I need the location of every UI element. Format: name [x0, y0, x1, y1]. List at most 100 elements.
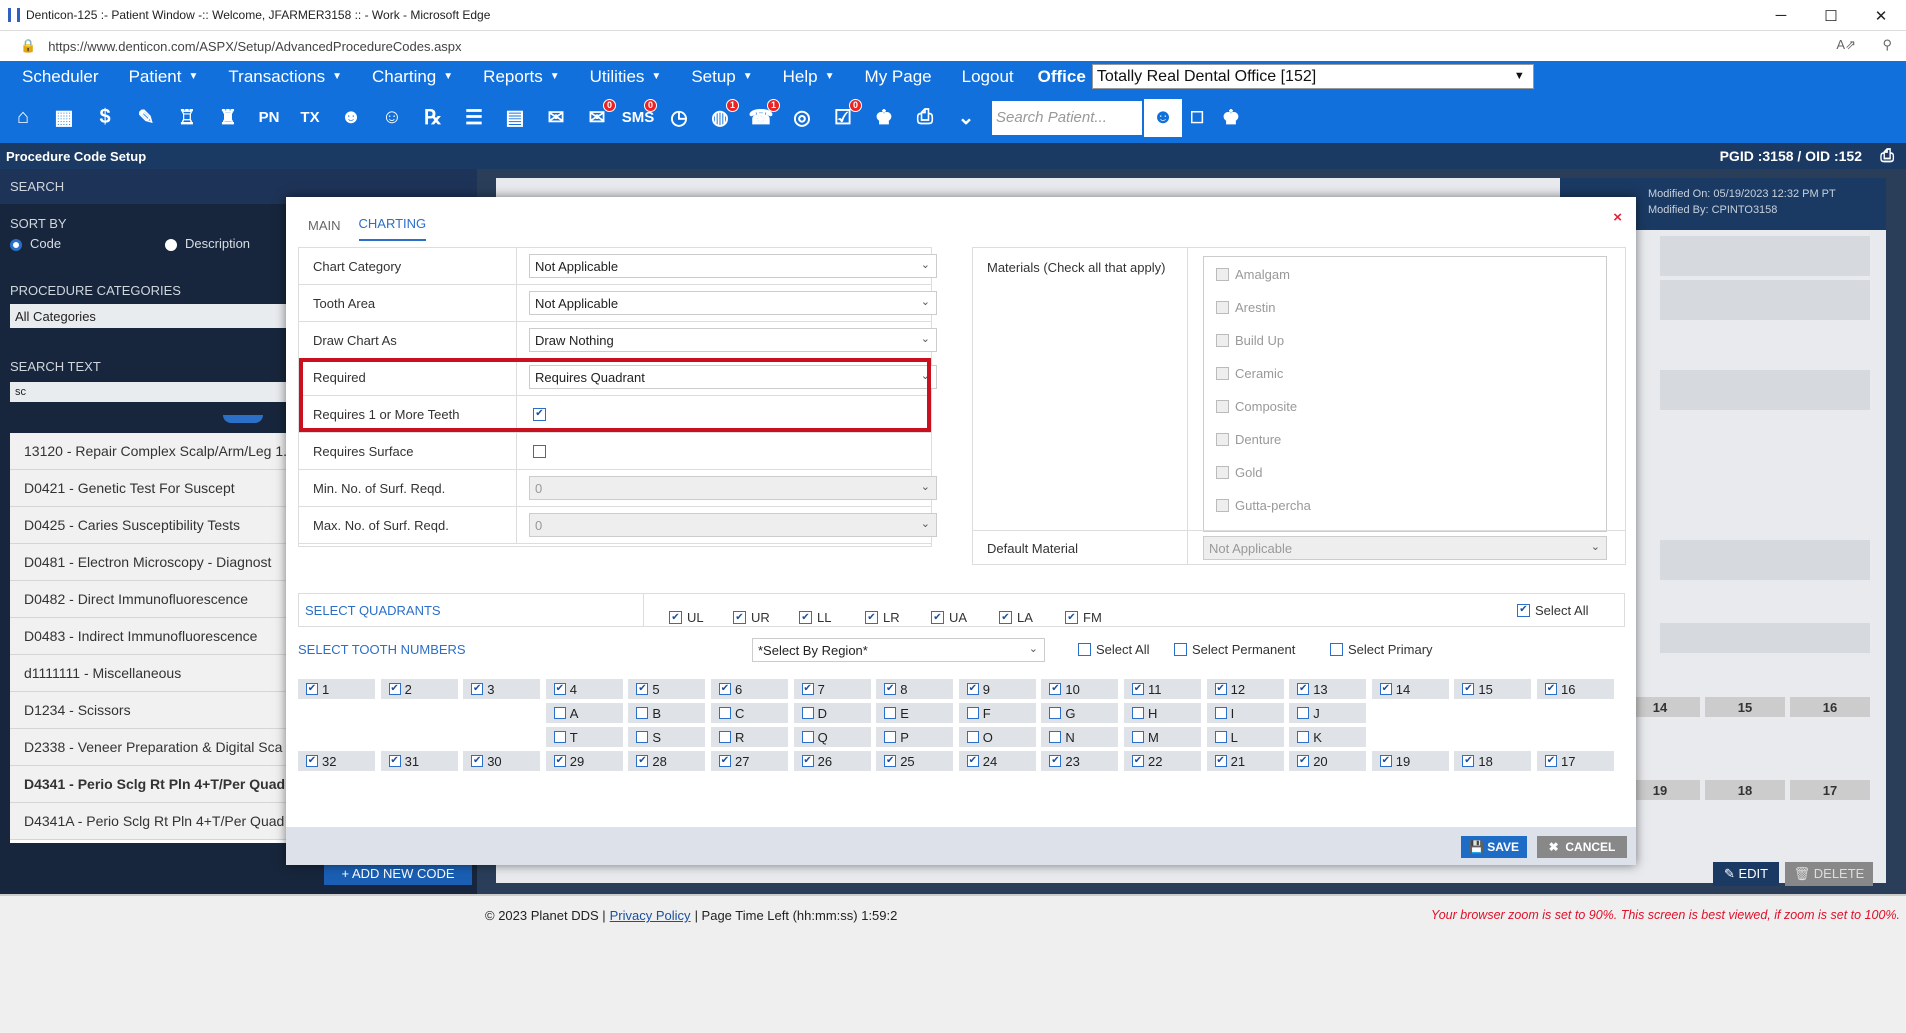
field-select[interactable]: Not Applicable ⌄: [529, 254, 937, 278]
tooth-checkbox[interactable]: [1462, 755, 1475, 767]
privacy-link[interactable]: Privacy Policy: [610, 908, 691, 923]
office-select[interactable]: Totally Real Dental Office [152] ▼: [1091, 64, 1534, 89]
tooth-20[interactable]: 20: [1289, 751, 1367, 771]
teeth-select-all[interactable]: Select All: [1078, 642, 1149, 657]
tooth-28[interactable]: 28: [628, 751, 706, 771]
quadrant-checkbox[interactable]: [733, 611, 746, 624]
clock-icon[interactable]: ◷: [660, 99, 698, 137]
sms-icon[interactable]: SMS 0: [619, 98, 657, 137]
tooth-29[interactable]: 29: [545, 751, 623, 771]
quadrant-checkbox[interactable]: [669, 611, 682, 624]
quadrant-la[interactable]: LA: [999, 610, 1033, 625]
tab-charting[interactable]: CHARTING: [358, 216, 427, 241]
pn-icon[interactable]: PN: [250, 99, 288, 137]
material-option[interactable]: Arestin: [1216, 300, 1275, 315]
tasks-icon[interactable]: ☑ 0: [824, 98, 862, 137]
tooth-S[interactable]: S: [628, 727, 706, 747]
tooth-18[interactable]: 18: [1454, 751, 1532, 771]
tooth-checkbox[interactable]: [884, 683, 897, 695]
tooth-checkbox[interactable]: [553, 683, 566, 695]
tooth-O[interactable]: O: [958, 727, 1036, 747]
tooth-2[interactable]: 2: [380, 679, 458, 699]
tooth-27[interactable]: 27: [711, 751, 788, 771]
scroll-handle[interactable]: [223, 415, 263, 423]
procedure-list-item[interactable]: D4341 - Perio Sclg Rt Pln 4+T/Per Quad: [10, 766, 290, 803]
menu-transactions[interactable]: Transactions ▼: [228, 67, 342, 87]
web-icon[interactable]: ◎: [783, 99, 821, 137]
tooth-checkbox[interactable]: [1132, 755, 1144, 767]
tooth-F[interactable]: F: [958, 703, 1036, 723]
print-icon[interactable]: ⎙: [906, 99, 944, 137]
tooth-3[interactable]: 3: [463, 679, 541, 699]
tx-icon[interactable]: TX: [291, 99, 329, 137]
tooth-13[interactable]: 13: [1289, 679, 1367, 699]
tooth-checkbox[interactable]: [966, 755, 979, 767]
tooth-7[interactable]: 7: [793, 679, 871, 699]
tooth-P[interactable]: P: [876, 727, 954, 747]
default-material-select[interactable]: Not Applicable ⌄: [1203, 536, 1607, 560]
print-icon[interactable]: ⎙: [1880, 146, 1894, 166]
menu-my-page[interactable]: My Page: [865, 67, 932, 87]
tooth-17[interactable]: 17: [1537, 751, 1614, 771]
tooth-checkbox[interactable]: [884, 731, 897, 743]
tooth-R[interactable]: R: [711, 727, 788, 747]
tooth-25[interactable]: 25: [876, 751, 954, 771]
tooth-J[interactable]: J: [1289, 703, 1367, 723]
close-window-button[interactable]: ✕: [1856, 0, 1906, 31]
zoom-icon[interactable]: ⚲: [1882, 37, 1892, 53]
tooth-checkbox[interactable]: [388, 683, 401, 695]
quadrant-ll[interactable]: LL: [799, 610, 831, 625]
collapse-icon[interactable]: ⌄: [947, 99, 985, 137]
material-checkbox[interactable]: [1216, 268, 1229, 281]
tooth-icon[interactable]: ♖: [168, 99, 206, 137]
tooth-checkbox[interactable]: [1297, 731, 1310, 743]
search-user-icon[interactable]: ☻: [1144, 98, 1182, 137]
tooth-A[interactable]: A: [545, 703, 623, 723]
field-select[interactable]: 0 ⌄: [529, 513, 937, 537]
pencil-notes-icon[interactable]: ✎: [127, 99, 165, 137]
tooth-15[interactable]: 15: [1454, 679, 1532, 699]
tooth-B[interactable]: B: [628, 703, 706, 723]
tooth-checkbox[interactable]: [306, 683, 318, 695]
menu-help[interactable]: Help ▼: [783, 67, 835, 87]
tooth-N[interactable]: N: [1041, 727, 1119, 747]
tooth-checkbox[interactable]: [1297, 707, 1310, 719]
procedure-list-item[interactable]: D0482 - Direct Immunofluorescence: [10, 581, 290, 618]
fax-icon[interactable]: ▤: [496, 99, 534, 137]
tooth-checkbox[interactable]: [719, 683, 731, 695]
minimize-button[interactable]: ─: [1756, 0, 1806, 31]
tooth-checkbox[interactable]: [1214, 707, 1227, 719]
menu-charting[interactable]: Charting ▼: [372, 67, 453, 87]
field-select[interactable]: Not Applicable ⌄: [529, 291, 937, 315]
tooth-checkbox[interactable]: [1297, 683, 1310, 695]
tooth-21[interactable]: 21: [1206, 751, 1284, 771]
tooth-checkbox[interactable]: [553, 731, 566, 743]
add-family-icon[interactable]: ☺: [373, 99, 411, 137]
material-checkbox[interactable]: [1216, 466, 1229, 479]
tooth-E[interactable]: E: [876, 703, 954, 723]
tooth-30[interactable]: 30: [463, 751, 541, 771]
tooth-32[interactable]: 32: [298, 751, 375, 771]
tooth-checkbox[interactable]: [388, 755, 401, 767]
procedure-list-item[interactable]: D1234 - Scissors: [10, 692, 290, 729]
quadrants-select-all[interactable]: Select All: [1517, 603, 1588, 618]
add-patient-icon[interactable]: ☻: [332, 99, 370, 137]
tooth-checkbox[interactable]: [1379, 683, 1392, 695]
material-checkbox[interactable]: [1216, 433, 1229, 446]
quadrant-ur[interactable]: UR: [733, 610, 770, 625]
tooth-checkbox[interactable]: [471, 755, 484, 767]
tooth-M[interactable]: M: [1124, 727, 1201, 747]
cancel-button[interactable]: ✖ CANCEL: [1537, 836, 1627, 858]
tooth-checkbox[interactable]: [1379, 755, 1392, 767]
tooth-5[interactable]: 5: [628, 679, 706, 699]
home-icon[interactable]: ⌂: [4, 99, 42, 137]
menu-utilities[interactable]: Utilities ▼: [590, 67, 662, 87]
procedure-list-item[interactable]: D2338 - Veneer Preparation & Digital Sca: [10, 729, 290, 766]
tooth-checkbox[interactable]: [1132, 707, 1144, 719]
quadrant-checkbox[interactable]: [799, 611, 812, 624]
tooth-D[interactable]: D: [793, 703, 871, 723]
tooth-checkbox[interactable]: [884, 755, 897, 767]
tooth-19[interactable]: 19: [1371, 751, 1449, 771]
delete-button[interactable]: 🗑 DELETE: [1785, 862, 1873, 886]
field-select[interactable]: 0 ⌄: [529, 476, 937, 500]
